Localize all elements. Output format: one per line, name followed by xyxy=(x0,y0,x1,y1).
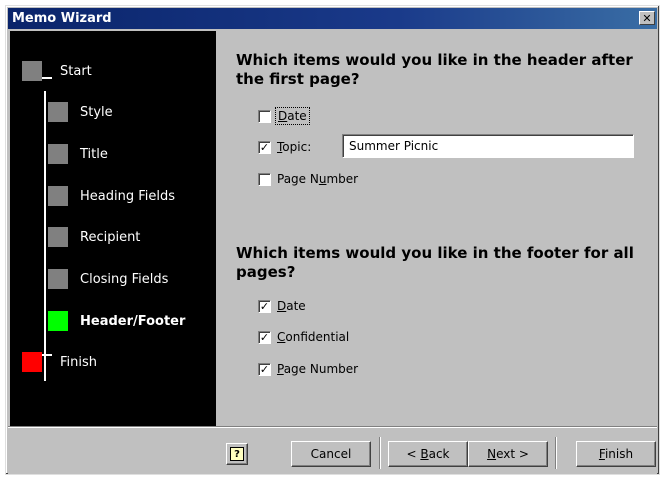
step-label: Header/Footer xyxy=(80,313,186,329)
close-icon: ✕ xyxy=(642,11,652,25)
header-date-label[interactable]: Date xyxy=(275,107,310,125)
header-date-option[interactable]: Date xyxy=(258,107,310,125)
step-connector xyxy=(42,354,52,356)
footer-date-label[interactable]: Date xyxy=(277,299,306,313)
steps-connector-line xyxy=(44,91,46,381)
topic-input[interactable]: Summer Picnic xyxy=(342,134,634,158)
step-label: Heading Fields xyxy=(80,188,176,204)
footer-date-checkbox[interactable]: ✓ xyxy=(258,299,271,313)
step-start[interactable]: Start xyxy=(22,61,92,81)
finish-button-label: Finish xyxy=(598,447,634,461)
step-heading-fields[interactable]: Heading Fields xyxy=(48,186,175,206)
step-label: Recipient xyxy=(80,229,141,245)
step-label: Title xyxy=(80,146,108,162)
footer-question-line: Which items would you like in the footer… xyxy=(236,244,634,262)
footer-question: Which items would you like in the footer… xyxy=(236,244,636,282)
step-label: Closing Fields xyxy=(80,271,169,287)
footer-confidential-label[interactable]: Confidential xyxy=(277,330,349,344)
window-title: Memo Wizard xyxy=(12,11,112,26)
footer-question-line: pages? xyxy=(236,263,296,281)
wizard-steps-panel: Start Style Title Heading Fields Recipie… xyxy=(10,31,216,426)
step-label: Style xyxy=(80,104,113,120)
step-label: Start xyxy=(60,63,92,79)
back-button-label: < Back xyxy=(406,447,450,461)
step-recipient[interactable]: Recipient xyxy=(48,227,140,247)
step-current-marker-icon xyxy=(48,311,68,331)
header-topic-label[interactable]: Topic: xyxy=(277,140,311,154)
cancel-button[interactable]: Cancel xyxy=(291,441,371,467)
step-marker-icon xyxy=(48,144,68,164)
step-title[interactable]: Title xyxy=(48,144,108,164)
footer-date-option[interactable]: ✓ Date xyxy=(258,299,306,313)
help-button[interactable]: ? xyxy=(226,443,248,465)
step-label: Finish xyxy=(60,354,98,370)
footer-page-number-option[interactable]: ✓ Page Number xyxy=(258,362,358,376)
cancel-button-label: Cancel xyxy=(310,447,352,461)
footer-page-number-checkbox[interactable]: ✓ xyxy=(258,362,271,376)
footer-confidential-checkbox[interactable]: ✓ xyxy=(258,330,271,344)
header-topic-checkbox[interactable]: ✓ xyxy=(258,140,271,154)
header-question-line: Which items would you like in the header… xyxy=(236,51,633,69)
header-topic-option[interactable]: ✓ Topic: xyxy=(258,140,311,154)
step-style[interactable]: Style xyxy=(48,102,113,122)
step-marker-icon xyxy=(48,102,68,122)
step-finish[interactable]: Finish xyxy=(22,352,97,372)
button-separator xyxy=(555,437,557,469)
header-date-checkbox[interactable] xyxy=(258,109,271,123)
close-button[interactable]: ✕ xyxy=(639,11,655,25)
footer-confidential-option[interactable]: ✓ Confidential xyxy=(258,330,349,344)
step-marker-icon xyxy=(48,227,68,247)
header-question: Which items would you like in the header… xyxy=(236,51,636,89)
button-separator xyxy=(379,437,381,469)
step-connector xyxy=(42,77,52,79)
step-closing-fields[interactable]: Closing Fields xyxy=(48,269,168,289)
wizard-button-bar: ? Cancel < Back Next > Finish xyxy=(8,426,657,474)
memo-wizard-window: Memo Wizard ✕ Start Style Title Heading … xyxy=(5,5,660,475)
title-bar[interactable]: Memo Wizard ✕ xyxy=(8,8,657,29)
next-button-label: Next > xyxy=(487,447,529,461)
step-header-footer[interactable]: Header/Footer xyxy=(48,311,185,331)
step-marker-icon xyxy=(22,61,42,81)
header-page-number-checkbox[interactable] xyxy=(258,172,271,186)
step-finish-marker-icon xyxy=(22,352,42,372)
help-icon: ? xyxy=(230,447,244,461)
step-marker-icon xyxy=(48,186,68,206)
finish-button[interactable]: Finish xyxy=(576,441,656,467)
wizard-content-panel: Which items would you like in the header… xyxy=(216,31,657,426)
step-marker-icon xyxy=(48,269,68,289)
header-page-number-label[interactable]: Page Number xyxy=(277,172,358,186)
header-page-number-option[interactable]: Page Number xyxy=(258,172,358,186)
next-button[interactable]: Next > xyxy=(468,441,548,467)
header-question-line: the first page? xyxy=(236,70,360,88)
back-button[interactable]: < Back xyxy=(388,441,468,467)
footer-page-number-label[interactable]: Page Number xyxy=(277,362,358,376)
